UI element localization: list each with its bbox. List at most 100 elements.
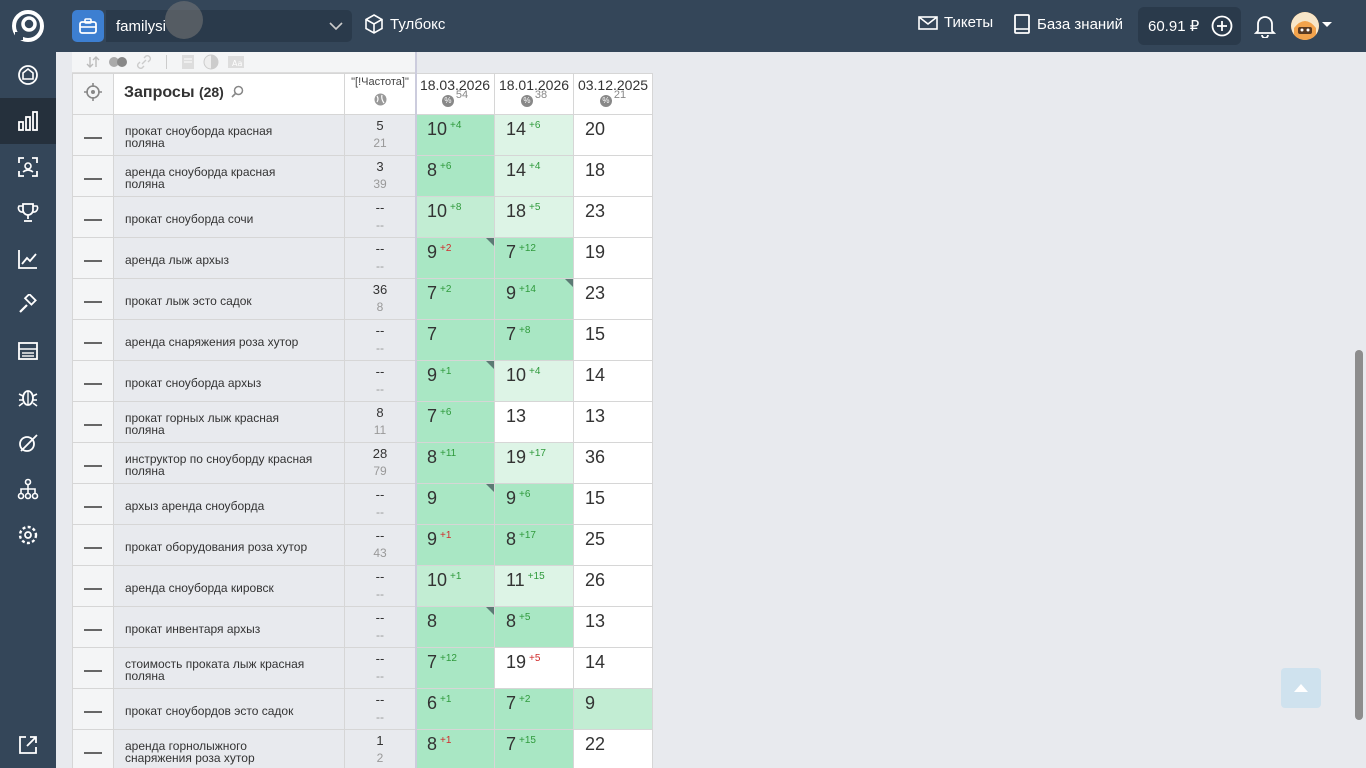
row-status-cell[interactable] bbox=[72, 196, 114, 238]
sidebar-item-trophy[interactable] bbox=[0, 190, 56, 236]
sidebar-item-scan[interactable] bbox=[0, 144, 56, 190]
sidebar-item-external[interactable] bbox=[0, 722, 56, 768]
add-funds-icon[interactable] bbox=[1211, 15, 1233, 37]
balance-widget[interactable]: 60.91 ₽ bbox=[1138, 7, 1241, 45]
image-text-icon[interactable]: Aa bbox=[227, 54, 245, 70]
table-row[interactable]: инструктор по сноуборду красная поляна 28 7… bbox=[72, 442, 653, 484]
row-status-cell[interactable] bbox=[72, 524, 114, 566]
date-header-2[interactable]: 18.01.2026 % 38 bbox=[494, 73, 574, 115]
position-cell[interactable]: 7 +2 bbox=[494, 688, 574, 730]
table-row[interactable]: аренда горнолыжного снаряжения роза хутор… bbox=[72, 729, 653, 768]
sidebar-item-tools[interactable] bbox=[0, 282, 56, 328]
query-cell[interactable]: стоимость проката лыж красная поляна bbox=[113, 647, 345, 689]
position-cell[interactable]: 7 bbox=[415, 319, 495, 361]
position-cell[interactable]: 8 +1 bbox=[415, 729, 495, 768]
table-row[interactable]: аренда сноуборда красная поляна 3 39 8 +6 14 +4… bbox=[72, 155, 653, 197]
briefcase-icon[interactable] bbox=[72, 10, 104, 42]
chevron-down-icon[interactable] bbox=[1322, 22, 1332, 27]
position-cell[interactable]: 20 bbox=[573, 114, 653, 156]
date-header-1[interactable]: 18.03.2026 % 54 bbox=[415, 73, 495, 115]
query-cell[interactable]: прокат лыж эсто садок bbox=[113, 278, 345, 320]
position-cell[interactable]: 9 +1 bbox=[415, 524, 495, 566]
position-cell[interactable]: 10 +8 bbox=[415, 196, 495, 238]
position-cell[interactable]: 7 +12 bbox=[494, 237, 574, 279]
row-status-cell[interactable] bbox=[72, 483, 114, 525]
row-status-cell[interactable] bbox=[72, 688, 114, 730]
table-row[interactable]: прокат сноуборда архыз -- -- 9 +1 10 +4 14 bbox=[72, 360, 653, 402]
query-cell[interactable]: прокат сноуборда сочи bbox=[113, 196, 345, 238]
position-cell[interactable]: 14 bbox=[573, 647, 653, 689]
row-status-cell[interactable] bbox=[72, 360, 114, 402]
position-cell[interactable]: 26 bbox=[573, 565, 653, 607]
position-cell[interactable]: 6 +1 bbox=[415, 688, 495, 730]
frequency-header[interactable]: "[!Частота]" bbox=[344, 73, 416, 115]
scrollbar-thumb[interactable] bbox=[1355, 350, 1363, 720]
position-cell[interactable]: 15 bbox=[573, 483, 653, 525]
position-cell[interactable]: 7 +8 bbox=[494, 319, 574, 361]
row-status-cell[interactable] bbox=[72, 155, 114, 197]
position-cell[interactable]: 19 +17 bbox=[494, 442, 574, 484]
toolbox-link[interactable]: Тулбокс bbox=[364, 14, 445, 34]
position-cell[interactable]: 8 +5 bbox=[494, 606, 574, 648]
position-cell[interactable]: 18 +5 bbox=[494, 196, 574, 238]
project-select[interactable]: familysi bbox=[106, 10, 352, 42]
position-cell[interactable]: 13 bbox=[573, 606, 653, 648]
position-cell[interactable]: 25 bbox=[573, 524, 653, 566]
scrollbar[interactable] bbox=[1352, 52, 1366, 768]
position-cell[interactable]: 9 +1 bbox=[415, 360, 495, 402]
position-cell[interactable]: 7 +2 bbox=[415, 278, 495, 320]
row-status-cell[interactable] bbox=[72, 114, 114, 156]
query-cell[interactable]: прокат сноубордов эсто садок bbox=[113, 688, 345, 730]
position-cell[interactable]: 8 bbox=[415, 606, 495, 648]
row-status-cell[interactable] bbox=[72, 319, 114, 361]
table-row[interactable]: прокат инвентаря архыз -- -- 8 8 +5 13 bbox=[72, 606, 653, 648]
row-status-cell[interactable] bbox=[72, 442, 114, 484]
row-status-cell[interactable] bbox=[72, 565, 114, 607]
position-cell[interactable]: 9 +6 bbox=[494, 483, 574, 525]
position-cell[interactable]: 8 +6 bbox=[415, 155, 495, 197]
position-cell[interactable]: 7 +6 bbox=[415, 401, 495, 443]
query-cell[interactable]: прокат оборудования роза хутор bbox=[113, 524, 345, 566]
logo-icon[interactable] bbox=[10, 8, 46, 44]
table-row[interactable]: прокат горных лыж красная поляна 8 11 7 +6 13 1… bbox=[72, 401, 653, 443]
position-cell[interactable]: 7 +15 bbox=[494, 729, 574, 768]
target-header[interactable] bbox=[72, 73, 114, 115]
position-cell[interactable]: 18 bbox=[573, 155, 653, 197]
sort-icon[interactable] bbox=[86, 55, 100, 69]
date-header-3[interactable]: 03.12.2025 % 21 bbox=[573, 73, 653, 115]
search-icon[interactable] bbox=[231, 85, 244, 98]
position-cell[interactable]: 14 +6 bbox=[494, 114, 574, 156]
table-row[interactable]: аренда снаряжения роза хутор -- -- 7 7 +8 15 bbox=[72, 319, 653, 361]
sidebar-item-trend[interactable] bbox=[0, 236, 56, 282]
row-status-cell[interactable] bbox=[72, 647, 114, 689]
link-icon[interactable] bbox=[136, 54, 152, 70]
row-status-cell[interactable] bbox=[72, 606, 114, 648]
position-cell[interactable]: 22 bbox=[573, 729, 653, 768]
query-cell[interactable]: прокат сноуборда красная поляна bbox=[113, 114, 345, 156]
document-icon[interactable] bbox=[181, 54, 195, 70]
sidebar-item-settings[interactable] bbox=[0, 512, 56, 558]
contrast-icon[interactable] bbox=[203, 54, 219, 70]
position-cell[interactable]: 9 +2 bbox=[415, 237, 495, 279]
query-cell[interactable]: аренда лыж архыз bbox=[113, 237, 345, 279]
query-cell[interactable]: инструктор по сноуборду красная поляна bbox=[113, 442, 345, 484]
row-status-cell[interactable] bbox=[72, 278, 114, 320]
row-status-cell[interactable] bbox=[72, 237, 114, 279]
table-row[interactable]: аренда сноуборда кировск -- -- 10 +1 11 +15 26 bbox=[72, 565, 653, 607]
query-cell[interactable]: аренда снаряжения роза хутор bbox=[113, 319, 345, 361]
table-row[interactable]: прокат сноубордов эсто садок -- -- 6 +1 7 +2 9 bbox=[72, 688, 653, 730]
position-cell[interactable]: 8 +17 bbox=[494, 524, 574, 566]
position-cell[interactable]: 13 bbox=[573, 401, 653, 443]
position-cell[interactable]: 8 +11 bbox=[415, 442, 495, 484]
position-cell[interactable]: 10 +4 bbox=[494, 360, 574, 402]
scroll-to-top-button[interactable] bbox=[1281, 668, 1321, 708]
sidebar-item-server[interactable] bbox=[0, 328, 56, 374]
table-row[interactable]: прокат сноуборда сочи -- -- 10 +8 18 +5 23 bbox=[72, 196, 653, 238]
position-cell[interactable]: 10 +4 bbox=[415, 114, 495, 156]
position-cell[interactable]: 13 bbox=[494, 401, 574, 443]
sidebar-item-bug[interactable] bbox=[0, 374, 56, 420]
position-cell[interactable]: 9 +14 bbox=[494, 278, 574, 320]
toggle-icon[interactable] bbox=[108, 56, 128, 68]
position-cell[interactable]: 14 bbox=[573, 360, 653, 402]
knowledge-base-link[interactable]: База знаний bbox=[1013, 14, 1123, 34]
